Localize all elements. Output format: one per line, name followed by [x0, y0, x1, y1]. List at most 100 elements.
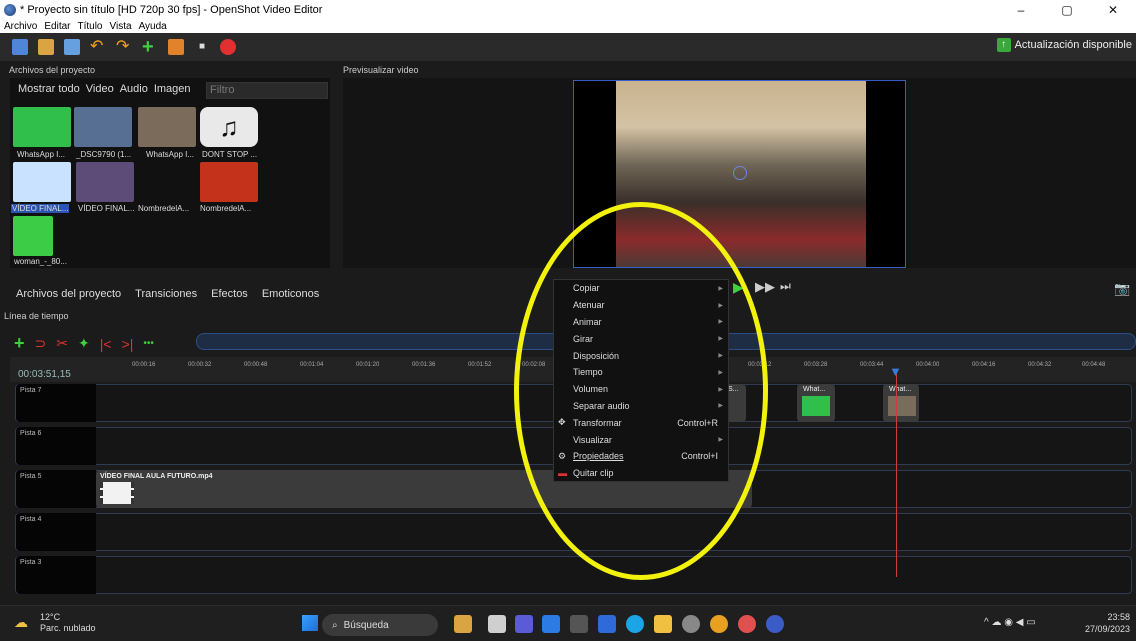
file-label-5: VÍDEO FINAL... — [78, 204, 135, 213]
clip-thumbnail — [100, 482, 134, 504]
start-windows-icon[interactable] — [302, 615, 318, 631]
playhead[interactable] — [896, 372, 897, 577]
export-record-icon[interactable] — [220, 39, 236, 55]
file-thumb-7[interactable] — [200, 162, 258, 202]
ruler-tick: 00:03:28 — [804, 362, 828, 368]
tab-show-all[interactable]: Mostrar todo — [18, 83, 80, 95]
task-view-icon[interactable] — [488, 615, 506, 633]
snap-magnet-icon[interactable]: ⊃ — [35, 335, 47, 352]
music-note-icon[interactable]: ♫ — [200, 107, 258, 147]
maximize-button[interactable]: ▢ — [1044, 0, 1090, 20]
clip-title: What... — [889, 386, 912, 393]
menu-vista[interactable]: Vista — [110, 21, 132, 32]
fullscreen-icon[interactable]: ■ — [194, 39, 210, 55]
tab-video[interactable]: Video — [86, 83, 114, 95]
search-label: Búsqueda — [343, 619, 389, 631]
jump-end-icon[interactable]: ⏭ — [780, 279, 791, 294]
main-toolbar: ↶ ↷ + ■ — [0, 33, 1136, 61]
fast-forward-icon[interactable]: ▶▶ — [755, 279, 775, 295]
ruler-tick: 00:00:32 — [188, 362, 212, 368]
clip-title: VÍDEO FINAL AULA FUTURO.mp4 — [100, 473, 213, 480]
system-tray-icons[interactable]: ^ ☁ ◉ ◀ ▭ — [984, 617, 1036, 628]
file-thumb-2[interactable] — [138, 107, 196, 147]
file-thumb-4[interactable] — [13, 162, 71, 202]
filter-input[interactable]: Filtro — [206, 82, 328, 99]
update-label: Actualización disponible — [1014, 39, 1132, 51]
weather-temp: 12°C — [40, 612, 61, 622]
file-label-2: WhatsApp I... — [146, 150, 195, 159]
current-timecode: 00:03:51,15 — [18, 369, 71, 380]
taskbar-clock[interactable]: 23:58 27/09/2023 — [1085, 611, 1130, 635]
minimize-button[interactable]: – — [998, 0, 1044, 20]
word-icon[interactable] — [598, 615, 616, 633]
add-track-icon[interactable]: + — [14, 333, 25, 354]
weather-desc: Parc. nublado — [40, 623, 96, 633]
ruler-tick: 00:01:36 — [412, 362, 436, 368]
open-project-icon[interactable] — [38, 39, 54, 55]
new-project-icon[interactable] — [12, 39, 28, 55]
update-notice[interactable]: ↑ Actualización disponible — [996, 38, 1132, 52]
chrome-icon[interactable] — [710, 615, 728, 633]
next-marker-icon[interactable]: >| — [122, 336, 134, 352]
preview-panel-title: Previsualizar video — [343, 65, 419, 75]
app-icon[interactable] — [542, 615, 560, 633]
add-marker-icon[interactable]: ✦ — [78, 335, 90, 352]
menu-ayuda[interactable]: Ayuda — [139, 21, 167, 32]
app-icon[interactable] — [682, 615, 700, 633]
menu-archivo[interactable]: Archivo — [4, 21, 37, 32]
tab-audio[interactable]: Audio — [120, 83, 148, 95]
tab-image[interactable]: Imagen — [154, 83, 191, 95]
menu-titulo[interactable]: Título — [77, 21, 102, 32]
file-explorer-icon[interactable] — [654, 615, 672, 633]
file-thumb-6[interactable] — [138, 162, 196, 202]
transform-center-handle[interactable] — [733, 166, 747, 180]
title-bar: * Proyecto sin título [HD 720p 30 fps] -… — [0, 0, 1136, 20]
prev-marker-icon[interactable]: |< — [100, 336, 112, 352]
tab-transitions[interactable]: Transiciones — [135, 288, 197, 300]
edge-icon[interactable] — [626, 615, 644, 633]
file-thumb-0[interactable] — [13, 107, 71, 147]
track-name: Pista 5 — [20, 473, 42, 480]
bottom-tabs: Archivos del proyecto Transiciones Efect… — [16, 288, 319, 300]
track-3[interactable] — [15, 556, 1132, 594]
app-icon[interactable] — [570, 615, 588, 633]
ruler-tick: 00:00:48 — [244, 362, 268, 368]
track-name: Pista 3 — [20, 559, 42, 566]
close-button[interactable]: ✕ — [1090, 0, 1136, 20]
file-label-1: _DSC9790 (1... — [76, 150, 132, 159]
clip-thumbnail — [888, 396, 916, 416]
ruler-tick: 00:04:16 — [972, 362, 996, 368]
taskbar-search[interactable]: ⌕ Búsqueda — [322, 614, 438, 636]
undo-icon[interactable]: ↶ — [90, 39, 106, 55]
file-label-4: VÍDEO FINAL... — [11, 204, 70, 213]
file-thumb-1[interactable] — [74, 107, 132, 147]
import-files-icon[interactable]: + — [142, 37, 158, 57]
center-playhead-icon[interactable]: ••• — [143, 338, 154, 349]
camera-icon[interactable]: 📷 — [1114, 281, 1130, 297]
weather-icon[interactable]: ☁ — [14, 614, 28, 631]
windows-taskbar — [0, 605, 1136, 641]
tab-emojis[interactable]: Emoticonos — [262, 288, 319, 300]
teams-icon[interactable] — [515, 615, 533, 633]
save-project-icon[interactable] — [64, 39, 80, 55]
ruler-tick: 00:04:32 — [1028, 362, 1052, 368]
widgets-icon[interactable] — [454, 615, 472, 633]
weather-widget[interactable]: 12°C Parc. nublado — [40, 612, 96, 634]
chrome-profile-icon[interactable] — [738, 615, 756, 633]
track-name: Pista 6 — [20, 430, 42, 437]
choose-profile-icon[interactable] — [168, 39, 184, 55]
ruler-tick: 00:00:16 — [132, 362, 156, 368]
redo-icon[interactable]: ↷ — [116, 39, 132, 55]
search-icon: ⌕ — [332, 619, 338, 631]
file-thumb-5[interactable] — [76, 162, 134, 202]
playhead-marker-icon[interactable]: ▼ — [889, 364, 902, 379]
tab-project-files[interactable]: Archivos del proyecto — [16, 288, 121, 300]
highlight-ellipse — [514, 202, 768, 580]
openshot-taskbar-icon[interactable] — [766, 615, 784, 633]
file-thumb-8[interactable] — [13, 216, 53, 256]
ruler-tick: 00:01:52 — [468, 362, 492, 368]
tab-effects[interactable]: Efectos — [211, 288, 248, 300]
razor-icon[interactable]: ✂ — [56, 335, 68, 352]
track-name: Pista 4 — [20, 516, 42, 523]
menu-editar[interactable]: Editar — [44, 21, 70, 32]
